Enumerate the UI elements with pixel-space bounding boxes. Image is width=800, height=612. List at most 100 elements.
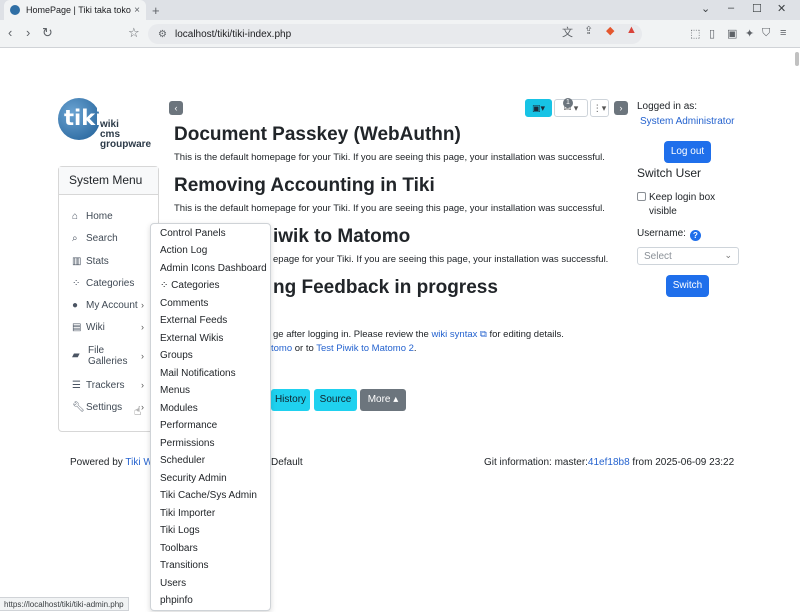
tab-search-chevron-icon[interactable]: ⌄ <box>701 2 710 15</box>
hand-cursor-icon: ☝ <box>134 404 142 418</box>
menu-item-trackers[interactable]: ☰ Trackers <box>72 380 125 391</box>
new-tab-button[interactable]: + <box>152 3 160 18</box>
dropdown-item-mail-notifications[interactable]: Mail Notifications <box>160 368 236 379</box>
system-menu-title: System Menu <box>59 167 158 195</box>
dropdown-item-transitions[interactable]: Transitions <box>160 560 209 571</box>
menu-item-search[interactable]: ⌕ Search <box>72 233 118 244</box>
forward-arrow-icon[interactable]: › <box>26 25 30 40</box>
bookmark-icon[interactable]: ☆ <box>128 25 140 41</box>
section-text: This is the default homepage for your Ti… <box>174 203 605 214</box>
settings-dropdown: Control Panels Action Log Admin Icons Da… <box>150 223 271 611</box>
translate-icon[interactable]: 文 <box>562 24 573 40</box>
logo-text: wiki cms groupware <box>100 119 152 150</box>
browser-tab-strip: HomePage | Tiki taka toko × + ⌄ – ☐ ✕ <box>0 0 800 20</box>
menu-item-stats[interactable]: ▥ Stats <box>72 256 109 267</box>
menu-item-file-galleries[interactable]: ▰ File Galleries <box>72 345 140 367</box>
share-icon[interactable]: ⇪ <box>584 24 593 37</box>
brave-shield-icon[interactable]: ◆ <box>606 24 614 37</box>
url-text: localhost/tiki/tiki-index.php <box>174 28 292 40</box>
leo-ai-icon[interactable]: ✦ <box>745 27 754 40</box>
dropdown-item-permissions[interactable]: Permissions <box>160 438 214 449</box>
back-arrow-icon[interactable]: ‹ <box>8 25 12 40</box>
dropdown-item-groups[interactable]: Groups <box>160 350 193 361</box>
menu-item-categories[interactable]: ⁘ Categories <box>72 278 134 289</box>
dropdown-item-external-feeds[interactable]: External Feeds <box>160 315 227 326</box>
tab-close-icon[interactable]: × <box>134 5 140 16</box>
menu-item-my-account[interactable]: ● My Account <box>72 300 138 311</box>
help-icon[interactable]: ? <box>690 230 701 241</box>
dropdown-item-users[interactable]: Users <box>160 578 186 589</box>
switch-button[interactable]: Switch <box>666 275 709 297</box>
extensions-icon[interactable]: ⬚ <box>690 27 700 40</box>
menu-item-home[interactable]: ⌂ Home <box>72 211 113 222</box>
dropdown-item-tiki-logs[interactable]: Tiki Logs <box>160 525 200 536</box>
more-actions-button[interactable]: ⋮▾ <box>590 99 609 117</box>
dropdown-item-external-wikis[interactable]: External Wikis <box>160 333 223 344</box>
user-icon: ● <box>72 300 79 311</box>
switch-user-heading: Switch User <box>637 166 702 180</box>
keep-login-checkbox[interactable] <box>637 192 646 201</box>
dropdown-item-action-log[interactable]: Action Log <box>160 245 207 256</box>
wallet-icon[interactable]: ▣ <box>727 27 737 40</box>
browser-tab[interactable]: HomePage | Tiki taka toko × <box>4 0 146 20</box>
dropdown-item-toolbars[interactable]: Toolbars <box>160 543 198 554</box>
database-icon: ☰ <box>72 380 81 391</box>
more-button[interactable]: More ▴ <box>360 389 406 411</box>
dropdown-item-security-admin[interactable]: Security Admin <box>160 473 227 484</box>
dropdown-item-comments[interactable]: Comments <box>160 298 208 309</box>
source-button[interactable]: Source <box>314 389 357 411</box>
logged-in-label: Logged in as: <box>637 101 698 112</box>
username-select[interactable]: Select ⌄ <box>637 247 739 265</box>
sitemap-icon: ⁘ <box>160 280 172 291</box>
page-options-button[interactable]: ▣▾ <box>525 99 552 117</box>
right-column-toggle-button[interactable]: › <box>614 101 628 115</box>
dropdown-item-cache-sys-admin[interactable]: Tiki Cache/Sys Admin <box>160 490 257 501</box>
username-label: Username: <box>637 228 686 239</box>
tiki-favicon-icon <box>10 5 20 15</box>
matomo-link[interactable]: tomo <box>271 343 292 354</box>
minimize-button[interactable]: – <box>728 2 734 14</box>
dropdown-item-phpinfo[interactable]: phpinfo <box>160 595 193 606</box>
sitemap-icon: ⁘ <box>72 278 81 289</box>
dropdown-item-admin-icons[interactable]: Admin Icons Dashboard <box>160 263 267 274</box>
menu-item-wiki[interactable]: ▤ Wiki <box>72 322 105 333</box>
folder-icon: ▰ <box>72 350 80 361</box>
dropdown-item-performance[interactable]: Performance <box>160 420 217 431</box>
chevron-right-icon: › <box>141 300 144 310</box>
page-scrollbar[interactable] <box>795 52 799 66</box>
history-button[interactable]: History <box>271 389 310 411</box>
chevron-right-icon: › <box>141 402 144 412</box>
dropdown-item-scheduler[interactable]: Scheduler <box>160 455 205 466</box>
git-info: Git information: master:41ef18b8 from 20… <box>484 457 735 468</box>
vpn-icon[interactable]: ⛉ <box>762 27 770 40</box>
sidebar-icon[interactable]: ▯ <box>709 27 715 40</box>
user-link[interactable]: System Administrator <box>640 116 734 127</box>
wiki-syntax-link[interactable]: wiki syntax <box>431 329 477 340</box>
logo-mark: tiki <box>64 106 103 130</box>
git-hash-link[interactable]: 41ef18b8 <box>588 457 630 468</box>
site-info-icon[interactable]: ⚙ <box>158 29 167 40</box>
dropdown-item-modules[interactable]: Modules <box>160 403 198 414</box>
dropdown-item-tiki-importer[interactable]: Tiki Importer <box>160 508 215 519</box>
test-piwik-link[interactable]: Test Piwik to Matomo 2 <box>316 343 414 354</box>
menu-item-settings[interactable]: 🔧︎ Settings <box>72 402 122 413</box>
section-text: epage for your Tiki. If you are seeing t… <box>273 254 609 265</box>
menu-icon[interactable]: ≡ <box>780 27 786 39</box>
dropdown-item-menus[interactable]: Menus <box>160 385 190 396</box>
tiki-logo[interactable]: tiki wiki cms groupware <box>58 98 164 156</box>
brave-rewards-icon[interactable]: ▲ <box>626 24 637 36</box>
dropdown-item-categories[interactable]: ⁘ Categories <box>160 280 220 291</box>
wrench-icon: 🔧︎ <box>72 402 85 413</box>
section-heading: ng Feedback in progress <box>273 277 498 298</box>
external-link-icon: ⧉ <box>477 329 487 340</box>
maximize-button[interactable]: ☐ <box>752 2 762 15</box>
window-close-button[interactable]: ✕ <box>777 2 786 15</box>
section-heading: iwik to Matomo <box>273 226 411 247</box>
logout-button[interactable]: Log out <box>664 141 711 163</box>
dropdown-item-control-panels[interactable]: Control Panels <box>160 228 226 239</box>
reload-icon[interactable]: ↻ <box>42 25 53 41</box>
address-bar[interactable]: ⚙ localhost/tiki/tiki-index.php 文 ⇪ ◆ ▲ <box>148 24 642 44</box>
keep-login-label: Keep login box visible <box>649 192 716 217</box>
notification-count-badge: 1 <box>563 98 573 108</box>
left-column-toggle-button[interactable]: ‹ <box>169 101 183 115</box>
